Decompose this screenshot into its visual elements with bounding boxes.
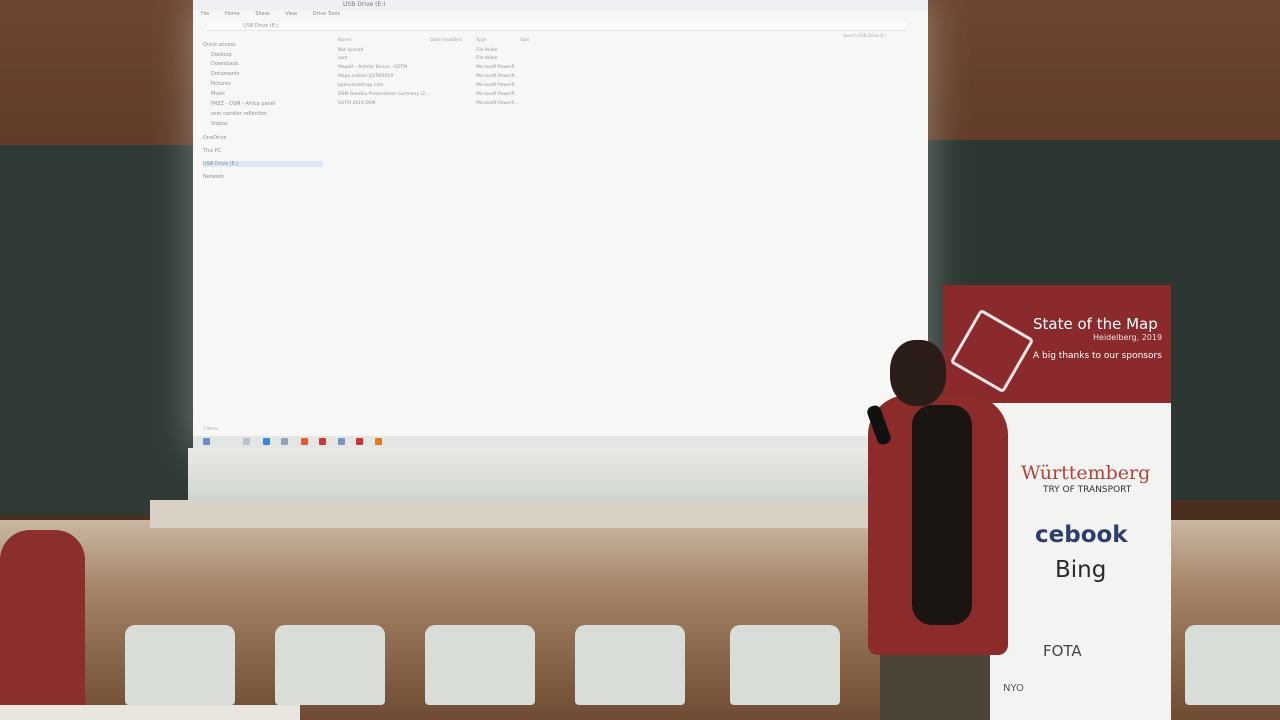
- file-name: SOTM 2019 DSM: [338, 101, 376, 106]
- file-row[interactable]: SOTM 2019 DSM Microsoft PowerP...: [328, 101, 718, 109]
- file-name: OSM Gambia Presentation Germany (2...: [338, 92, 430, 97]
- file-type: Microsoft PowerP...: [476, 83, 518, 88]
- chalkboard-left: [0, 145, 200, 515]
- file-type: Microsoft PowerP...: [476, 65, 518, 70]
- presenter-scarf: [912, 405, 972, 625]
- file-name: MapaH - Animar Banca - SOTM: [338, 65, 408, 70]
- sponsor-nyo: NYO: [1003, 683, 1024, 694]
- banner-header: State of the Map Heidelberg, 2019 A big …: [943, 285, 1171, 403]
- banner-title: State of the Map: [1033, 315, 1158, 333]
- taskbar: [193, 436, 928, 448]
- window-title: USB Drive (E:): [343, 1, 386, 8]
- nav-item-videos[interactable]: Videos: [211, 121, 228, 127]
- sponsor-ministry: TRY OF TRANSPORT: [1043, 485, 1132, 495]
- chair: [125, 625, 235, 705]
- banner-thanks: A big thanks to our sponsors: [1033, 351, 1162, 361]
- file-list: Name Date modified Type Size Not synced …: [328, 38, 728, 158]
- tab-home[interactable]: Home: [225, 11, 240, 17]
- chair: [425, 625, 535, 705]
- sponsor-bing: Bing: [1055, 557, 1107, 583]
- file-row[interactable]: Not synced File folder: [328, 48, 718, 56]
- file-name: osm: [338, 56, 348, 61]
- status-bar-text: 7 items: [203, 426, 218, 431]
- tab-view[interactable]: View: [285, 11, 297, 17]
- nav-item-network[interactable]: Network: [203, 174, 224, 180]
- sponsor-fota: FOTA: [1043, 642, 1082, 660]
- chair: [1185, 625, 1280, 705]
- chair: [275, 625, 385, 705]
- nav-item-this-pc[interactable]: This PC: [203, 148, 221, 154]
- file-name: openstreetmap cafe: [338, 83, 384, 88]
- column-type[interactable]: Type: [476, 38, 486, 43]
- front-table: [0, 705, 300, 720]
- state-of-the-map-logo: [949, 308, 1035, 394]
- search-input[interactable]: Search USB Drive (E:): [843, 33, 886, 38]
- file-row[interactable]: osm File folder: [328, 56, 718, 64]
- file-row[interactable]: Mapa outline SOTM2019 Microsoft PowerP..…: [328, 74, 718, 82]
- tab-file[interactable]: File: [201, 11, 209, 17]
- tab-share[interactable]: Share: [255, 11, 269, 17]
- screen-frame-bottom: [188, 448, 933, 503]
- file-type: Microsoft PowerP...: [476, 101, 518, 106]
- powerpoint-icon[interactable]: [319, 438, 326, 445]
- file-row[interactable]: OSM Gambia Presentation Germany (2... Mi…: [328, 92, 718, 100]
- presenter-head: [890, 340, 946, 406]
- address-bar[interactable]: [207, 22, 907, 31]
- file-name: Not synced: [338, 48, 364, 53]
- lecture-desk: [150, 500, 960, 528]
- sponsor-wuerttemberg: Württemberg: [1021, 462, 1151, 484]
- audience-member: [0, 530, 85, 720]
- sponsor-facebook: cebook: [1035, 522, 1128, 548]
- address-text: USB Drive (E:): [243, 23, 279, 29]
- nav-item-prez[interactable]: PREZ - OSM - Africa panel: [211, 101, 275, 107]
- nav-item-quick-access[interactable]: Quick access: [203, 42, 236, 48]
- chrome-icon[interactable]: [301, 438, 308, 445]
- banner-subtitle: Heidelberg, 2019: [1093, 333, 1163, 342]
- edge-browser-icon[interactable]: [263, 438, 270, 445]
- file-row[interactable]: MapaH - Animar Banca - SOTM Microsoft Po…: [328, 65, 718, 73]
- file-row[interactable]: openstreetmap cafe Microsoft PowerP...: [328, 83, 718, 91]
- acrobat-icon[interactable]: [356, 438, 363, 445]
- file-type: File folder: [476, 48, 499, 53]
- nav-item-onedrive[interactable]: OneDrive: [203, 135, 227, 141]
- file-type: Microsoft PowerP...: [476, 92, 518, 97]
- nav-item-downloads[interactable]: Downloads: [211, 61, 238, 67]
- ribbon-tabs: File Home Share View Drive Tools: [201, 11, 354, 17]
- word-icon[interactable]: [338, 438, 345, 445]
- file-explorer-icon[interactable]: [281, 438, 288, 445]
- taskview-icon[interactable]: [243, 438, 250, 445]
- vlc-icon[interactable]: [375, 438, 382, 445]
- file-type: File folder: [476, 56, 499, 61]
- navigation-pane: Quick access Desktop Downloads Documents…: [203, 40, 323, 420]
- nav-item-pictures[interactable]: Pictures: [211, 81, 231, 87]
- nav-item-desktop[interactable]: Desktop: [211, 52, 232, 58]
- chair: [730, 625, 840, 705]
- nav-item-usb-drive[interactable]: USB Drive (E:): [203, 161, 323, 167]
- nav-item-osm-reflection[interactable]: osm candler reflection: [211, 111, 267, 117]
- projection-screen: USB Drive (E:) File Home Share View Driv…: [193, 0, 928, 448]
- column-date-modified[interactable]: Date modified: [430, 38, 462, 43]
- file-type: Microsoft PowerP...: [476, 74, 518, 79]
- file-name: Mapa outline SOTM2019: [338, 74, 394, 79]
- column-size[interactable]: Size: [520, 38, 529, 43]
- tab-drive-tools[interactable]: Drive Tools: [313, 11, 340, 17]
- chair: [575, 625, 685, 705]
- window-titlebar: [193, 0, 928, 10]
- column-name[interactable]: Name: [338, 38, 351, 43]
- nav-item-music[interactable]: Music: [211, 91, 225, 97]
- nav-item-documents[interactable]: Documents: [211, 71, 240, 77]
- windows-start-icon[interactable]: [203, 438, 210, 445]
